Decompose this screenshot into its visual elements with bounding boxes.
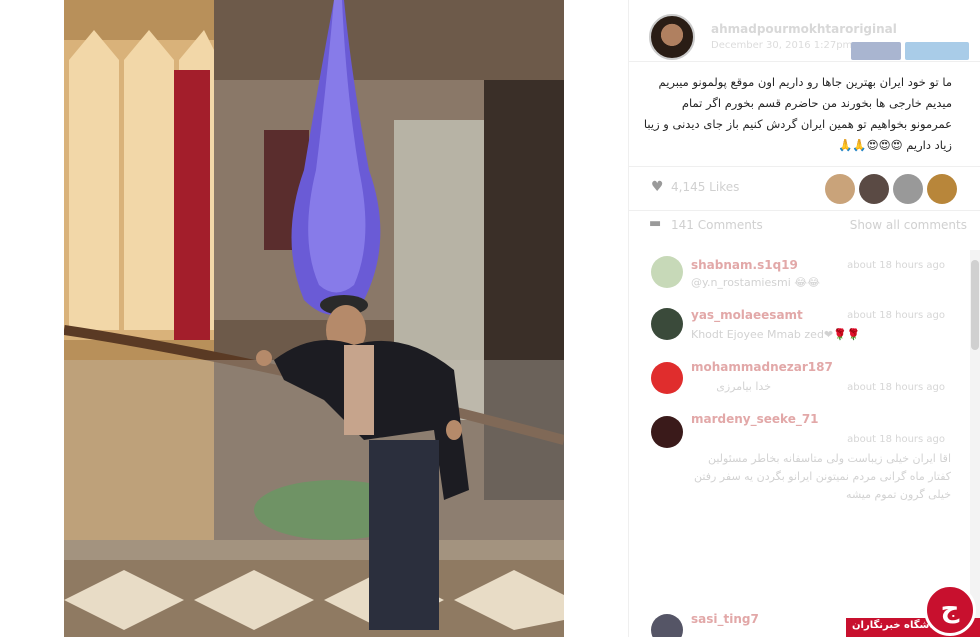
likes-row: ♥ 4,145 Likes (629, 166, 980, 208)
comment-time: about 18 hours ago (847, 260, 945, 271)
commenter-avatar[interactable] (651, 416, 683, 448)
commenter-username[interactable]: sasi_ting7 (691, 612, 759, 626)
liker-avatar[interactable] (859, 174, 889, 204)
liker-avatar[interactable] (893, 174, 923, 204)
comments-count: 141 Comments (671, 218, 763, 232)
user-avatar[interactable] (649, 14, 695, 60)
comment-time: about 18 hours ago (847, 310, 945, 321)
comment-text: خدا بیامرزی (716, 380, 771, 393)
post-header: ahmadpourmokhtaroriginal December 30, 20… (629, 0, 980, 62)
heart-icon: ♥ (651, 179, 664, 195)
commenter-username[interactable]: mardeny_seeke_71 (691, 412, 819, 426)
show-all-comments-link[interactable]: Show all comments (850, 218, 967, 232)
comment-text: اقا ایران خیلی زیباست ولی متاسفانه بخاطر… (694, 452, 951, 501)
post-photo (64, 0, 564, 637)
twitter-share-button[interactable] (905, 42, 969, 60)
post-date: December 30, 2016 1:27pm (711, 40, 853, 51)
commenter-avatar[interactable] (651, 614, 683, 637)
comment-text: @y.n_rostamiesmi 😂😂 (691, 276, 820, 289)
commenter-avatar[interactable] (651, 256, 683, 288)
liker-avatar[interactable] (825, 174, 855, 204)
post-sidebar: ahmadpourmokhtaroriginal December 30, 20… (628, 0, 980, 637)
comment-icon: ▬ (649, 216, 662, 231)
post-caption: ما تو خود ایران بهترین جاها رو داریم اون… (643, 75, 952, 152)
liker-avatar[interactable] (927, 174, 957, 204)
photo-illustration (64, 0, 564, 637)
facebook-share-button[interactable] (851, 42, 901, 60)
likes-count[interactable]: 4,145 Likes (671, 180, 739, 194)
scrollbar-thumb[interactable] (971, 260, 979, 350)
commenter-username[interactable]: shabnam.s1q19 (691, 258, 798, 272)
instagram-post-view: ahmadpourmokhtaroriginal December 30, 20… (0, 0, 980, 637)
comment-time: about 18 hours ago (847, 434, 945, 445)
comment-text: Khodt Ejoyee Mmab zed❤🌹🌹 (691, 328, 861, 341)
commenter-username[interactable]: yas_molaeesamt (691, 308, 803, 322)
username-link[interactable]: ahmadpourmokhtaroriginal (711, 22, 897, 36)
comment-time: about 18 hours ago (847, 382, 945, 393)
commenter-username[interactable]: mohammadnezar187 (691, 360, 833, 374)
brand-logo: ج (924, 584, 976, 636)
commenter-avatar[interactable] (651, 308, 683, 340)
commenter-avatar[interactable] (651, 362, 683, 394)
post-photo-panel (0, 0, 628, 637)
comments-header: ▬ 141 Comments Show all comments (629, 210, 980, 240)
brand-watermark-text: باشگاه خبرنگاران (852, 620, 937, 631)
